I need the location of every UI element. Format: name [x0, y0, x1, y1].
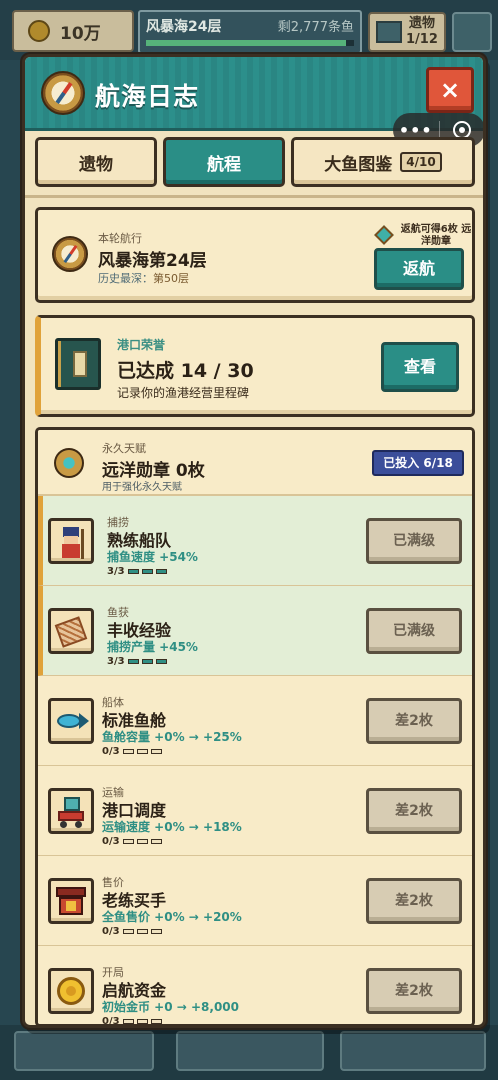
fishing-net-icon: [48, 608, 94, 654]
return-reward-text: 返航可得6枚 远洋勋章: [400, 224, 472, 247]
talent-level: 0/3: [102, 926, 162, 937]
talent-effect: 初始金币 +0 → +8,000: [102, 1000, 240, 1014]
close-button[interactable]: ×: [426, 67, 474, 113]
voyage-best-depth: 历史最深：第50层: [98, 272, 189, 285]
talent-upgrade-button[interactable]: 已满级: [366, 608, 462, 654]
talent-row: 捕捞 熟练船队 捕鱼速度 +54% 3/3 已满级: [38, 496, 472, 586]
talent-upgrade-button[interactable]: 已满级: [366, 518, 462, 564]
honor-description: 记录你的渔港经营里程碑: [117, 386, 250, 400]
talent-row: 售价 老练买手 全鱼售价 +0% → +20% 0/3 差2枚: [38, 856, 472, 946]
current-voyage-card: 本轮航行 风暴海第24层 历史最深：第50层 返航可得6枚 远洋勋章 返航: [35, 207, 475, 303]
voyage-name: 风暴海第24层: [98, 251, 207, 271]
coin-counter: 10万: [12, 10, 134, 52]
port-honor-card: 港口荣誉 已达成 14 / 30 记录你的渔港经营里程碑 查看: [35, 315, 475, 417]
depth-remaining: 剩2,777条鱼: [277, 20, 354, 35]
tab-relics[interactable]: 遗物: [35, 137, 157, 187]
tab-bar: 遗物 航程 大鱼图鉴 4/10: [35, 137, 475, 189]
tab-codex-label: 大鱼图鉴: [324, 154, 393, 175]
depth-title: 风暴海24层: [146, 19, 222, 35]
cart-icon: [48, 788, 94, 834]
book-icon: [55, 338, 101, 390]
depth-panel: 风暴海24层 剩2,777条鱼: [138, 10, 362, 54]
relic-label: 遗物: [408, 16, 435, 31]
tab-voyage-label: 航程: [207, 154, 241, 175]
compass-icon: [52, 236, 88, 272]
honor-progress: 已达成 14 / 30: [117, 360, 254, 382]
talent-level: 0/3: [102, 836, 162, 847]
tab-divider: [25, 195, 483, 198]
talent-level: 0/3: [102, 746, 162, 757]
bottom-slot: [14, 1031, 154, 1071]
talent-row: 鱼获 丰收经验 捕捞产量 +45% 3/3 已满级: [38, 586, 472, 676]
honor-label: 港口荣誉: [117, 338, 166, 352]
talent-upgrade-button[interactable]: 差2枚: [366, 968, 462, 1014]
gold-coin-icon: [48, 968, 94, 1014]
tab-big-fish-codex[interactable]: 大鱼图鉴 4/10: [291, 137, 475, 187]
talent-row: 船体 标准鱼舱 鱼舱容量 +0% → +25% 0/3 差2枚: [38, 676, 472, 766]
codex-count-badge: 4/10: [400, 152, 442, 172]
talents-subtitle: 用于强化永久天赋: [102, 482, 182, 493]
talent-row: 开局 启航资金 初始金币 +0 → +8,000 0/3 差2枚: [38, 946, 472, 1024]
depth-progress-bar: [146, 40, 354, 46]
relic-count: 1/12: [406, 32, 438, 47]
compass-icon: [41, 71, 85, 115]
view-button[interactable]: 查看: [381, 342, 459, 392]
market-stall-icon: [48, 878, 94, 924]
voyage-label: 本轮航行: [98, 232, 142, 245]
talent-level: 3/3: [107, 566, 167, 577]
talents-label: 永久天赋: [102, 442, 146, 455]
talent-upgrade-button[interactable]: 差2枚: [366, 878, 462, 924]
coin-amount: 10万: [60, 23, 101, 44]
voyage-log-dialog: 航海日志 × ••• 遗物 航程 大鱼图鉴 4/10 本轮航行 风暴海第24层 …: [22, 54, 486, 1028]
talent-level: 0/3: [102, 1016, 162, 1024]
talent-effect: 运输速度 +0% → +18%: [102, 820, 242, 834]
bottom-slot: [176, 1031, 324, 1071]
medal-icon: [54, 448, 84, 478]
fish-icon: [48, 698, 94, 744]
return-button[interactable]: 返航: [374, 248, 464, 290]
talents-header: 永久天赋 远洋勋章 0枚 用于强化永久天赋 已投入 6/18: [38, 430, 472, 496]
tab-relics-label: 遗物: [79, 154, 113, 175]
invested-badge: 已投入 6/18: [372, 450, 464, 476]
medal-gem-icon: [374, 225, 394, 245]
talent-effect: 捕鱼速度 +54%: [107, 550, 198, 564]
chest-icon: [376, 21, 402, 43]
dialog-title: 航海日志: [95, 82, 200, 111]
tab-voyage[interactable]: 航程: [163, 137, 285, 187]
bottom-slot: [340, 1031, 486, 1071]
talent-effect: 鱼舱容量 +0% → +25%: [102, 730, 242, 744]
talent-upgrade-button[interactable]: 差2枚: [366, 698, 462, 744]
bottom-bar: [0, 1025, 498, 1080]
coin-icon: [28, 20, 50, 42]
talent-effect: 全鱼售价 +0% → +20%: [102, 910, 242, 924]
talent-level: 3/3: [107, 656, 167, 667]
fisherman-icon: [48, 518, 94, 564]
permanent-talents-panel: 永久天赋 远洋勋章 0枚 用于强化永久天赋 已投入 6/18 捕捞 熟练船队 捕…: [35, 427, 475, 1025]
relic-button[interactable]: 遗物 1/12: [368, 12, 446, 52]
compass-button[interactable]: [452, 12, 492, 52]
talent-upgrade-button[interactable]: 差2枚: [366, 788, 462, 834]
talent-effect: 捕捞产量 +45%: [107, 640, 198, 654]
talent-row: 运输 港口调度 运输速度 +0% → +18% 0/3 差2枚: [38, 766, 472, 856]
